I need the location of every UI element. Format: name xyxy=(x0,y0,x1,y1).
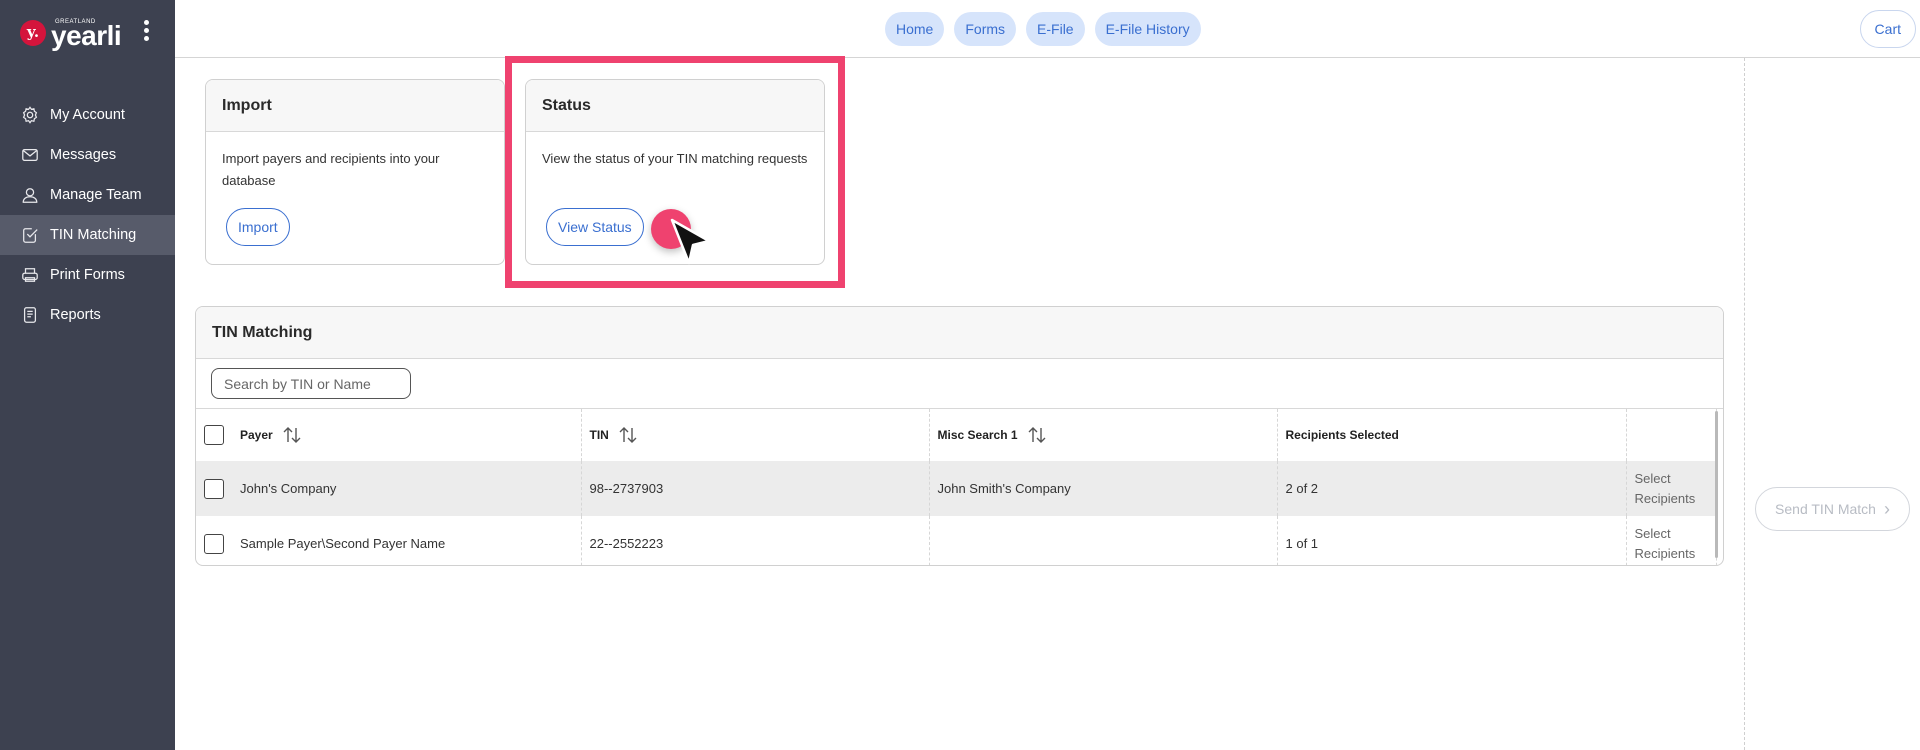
report-icon xyxy=(20,305,40,325)
sidebar-item-messages[interactable]: Messages xyxy=(0,135,175,175)
nav-home-button[interactable]: Home xyxy=(885,12,945,46)
printer-icon xyxy=(20,265,40,285)
tin-table: Payer TIN Misc Search 1 Recipients Selec… xyxy=(196,409,1717,565)
header-payer: Payer xyxy=(196,409,582,461)
top-bar: Home Forms E-File E-File History Cart xyxy=(175,0,1920,58)
search-input[interactable] xyxy=(211,368,411,399)
cell-payer: John's Company xyxy=(240,481,337,496)
sidebar-item-label: Reports xyxy=(50,307,101,323)
sidebar-item-label: Messages xyxy=(50,147,117,163)
sidebar-item-label: My Account xyxy=(50,107,125,123)
cart-button[interactable]: Cart xyxy=(1859,10,1916,48)
sidebar: y. GREATLAND yearli My Account Messages … xyxy=(0,0,175,750)
sidebar-item-manage-team[interactable]: Manage Team xyxy=(0,175,175,215)
cell-payer: Sample Payer\Second Payer Name xyxy=(240,536,446,551)
sidebar-item-tin-matching[interactable]: TIN Matching xyxy=(0,215,175,255)
header-label: Misc Search 1 xyxy=(937,428,1018,442)
select-all-checkbox[interactable] xyxy=(204,425,224,445)
sidebar-item-my-account[interactable]: My Account xyxy=(0,95,175,135)
view-status-button[interactable]: View Status xyxy=(546,208,644,246)
sidebar-item-label: Manage Team xyxy=(50,187,142,203)
tin-matching-panel: TIN Matching Payer TIN xyxy=(195,306,1724,566)
user-icon xyxy=(20,185,40,205)
brand-name: yearli xyxy=(51,20,122,51)
header-misc: Misc Search 1 xyxy=(929,409,1278,461)
sidebar-item-print-forms[interactable]: Print Forms xyxy=(0,255,175,295)
table-header-row: Payer TIN Misc Search 1 Recipients Selec… xyxy=(196,409,1717,461)
cell-recipients: 1 of 1 xyxy=(1285,536,1319,551)
sidebar-nav: My Account Messages Manage Team TIN Matc… xyxy=(0,95,175,335)
brand-mark-icon: y. xyxy=(20,20,46,46)
sidebar-item-label: Print Forms xyxy=(50,267,125,283)
mouse-cursor-icon xyxy=(670,218,711,265)
top-nav: Home Forms E-File E-File History xyxy=(885,12,1201,46)
table-row[interactable]: John's Company 98--2737903 John Smith's … xyxy=(196,461,1717,516)
chevron-right-icon: › xyxy=(1883,498,1890,519)
header-label: Payer xyxy=(240,428,273,442)
sidebar-item-reports[interactable]: Reports xyxy=(0,295,175,335)
send-tin-match-label: Send TIN Match xyxy=(1775,501,1876,517)
header-label: Recipients Selected xyxy=(1285,428,1399,442)
brand-logo[interactable]: y. GREATLAND yearli xyxy=(18,16,168,52)
search-row xyxy=(196,359,1723,409)
header-tin: TIN xyxy=(581,409,930,461)
select-recipients-link[interactable]: Select Recipients xyxy=(1627,524,1716,564)
gear-icon xyxy=(20,105,40,125)
import-card-title: Import xyxy=(206,80,504,132)
header-recipients: Recipients Selected xyxy=(1277,409,1627,461)
sort-icon[interactable] xyxy=(282,426,302,444)
check-doc-icon xyxy=(20,225,40,245)
import-button[interactable]: Import xyxy=(226,208,290,246)
nav-efile-button[interactable]: E-File xyxy=(1026,12,1085,46)
nav-forms-button[interactable]: Forms xyxy=(954,12,1017,46)
nav-efile-history-button[interactable]: E-File History xyxy=(1094,12,1201,46)
send-tin-match-button[interactable]: Send TIN Match › xyxy=(1755,487,1910,531)
cell-misc: John Smith's Company xyxy=(937,481,1071,496)
mail-icon xyxy=(20,145,40,165)
sort-icon[interactable] xyxy=(618,426,638,444)
status-card-title: Status xyxy=(526,80,824,132)
kebab-menu-icon[interactable] xyxy=(140,18,152,48)
import-card: Import Import payers and recipients into… xyxy=(205,79,505,265)
status-card-text: View the status of your TIN matching req… xyxy=(542,151,808,166)
cell-recipients: 2 of 2 xyxy=(1285,481,1319,496)
tin-matching-title: TIN Matching xyxy=(196,307,1723,359)
header-actions xyxy=(1626,409,1717,461)
import-card-text: Import payers and recipients into your d… xyxy=(222,151,440,188)
header-label: TIN xyxy=(589,428,609,442)
sort-icon[interactable] xyxy=(1027,426,1047,444)
row-checkbox[interactable] xyxy=(204,533,224,554)
right-column-divider xyxy=(1744,58,1745,750)
table-row[interactable]: Sample Payer\Second Payer Name 22--25522… xyxy=(196,516,1717,565)
cell-tin: 22--2552223 xyxy=(589,536,664,551)
row-checkbox[interactable] xyxy=(204,478,224,499)
table-scrollbar[interactable] xyxy=(1715,411,1718,558)
cell-tin: 98--2737903 xyxy=(589,481,664,496)
sidebar-item-label: TIN Matching xyxy=(50,227,137,243)
select-recipients-link[interactable]: Select Recipients xyxy=(1627,469,1716,509)
